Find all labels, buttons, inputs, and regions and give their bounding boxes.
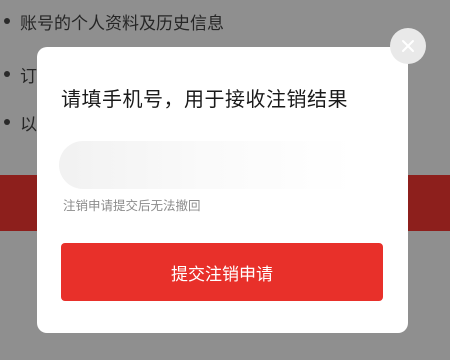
dialog-title: 请填手机号，用于接收注销结果 xyxy=(61,87,348,111)
cancellation-dialog: 请填手机号，用于接收注销结果 注销申请提交后无法撤回 提交注销申请 xyxy=(37,47,408,333)
dialog-hint: 注销申请提交后无法撤回 xyxy=(63,198,201,213)
close-dialog-button[interactable] xyxy=(390,28,426,64)
background-item-text: 以 xyxy=(20,114,37,135)
background-list-item: 订 xyxy=(4,60,37,88)
close-icon xyxy=(402,40,414,52)
bullet-icon xyxy=(4,18,10,24)
background-item-text: 账号的个人资料及历史信息 xyxy=(20,13,224,34)
bullet-icon xyxy=(4,71,10,77)
background-item-text: 订 xyxy=(20,66,37,87)
background-list-item: 以 xyxy=(4,108,37,136)
bullet-icon xyxy=(4,119,10,125)
phone-number-input[interactable] xyxy=(59,141,387,189)
submit-cancellation-button[interactable]: 提交注销申请 xyxy=(61,243,383,301)
background-list-item: 账号的个人资料及历史信息 xyxy=(4,7,224,35)
